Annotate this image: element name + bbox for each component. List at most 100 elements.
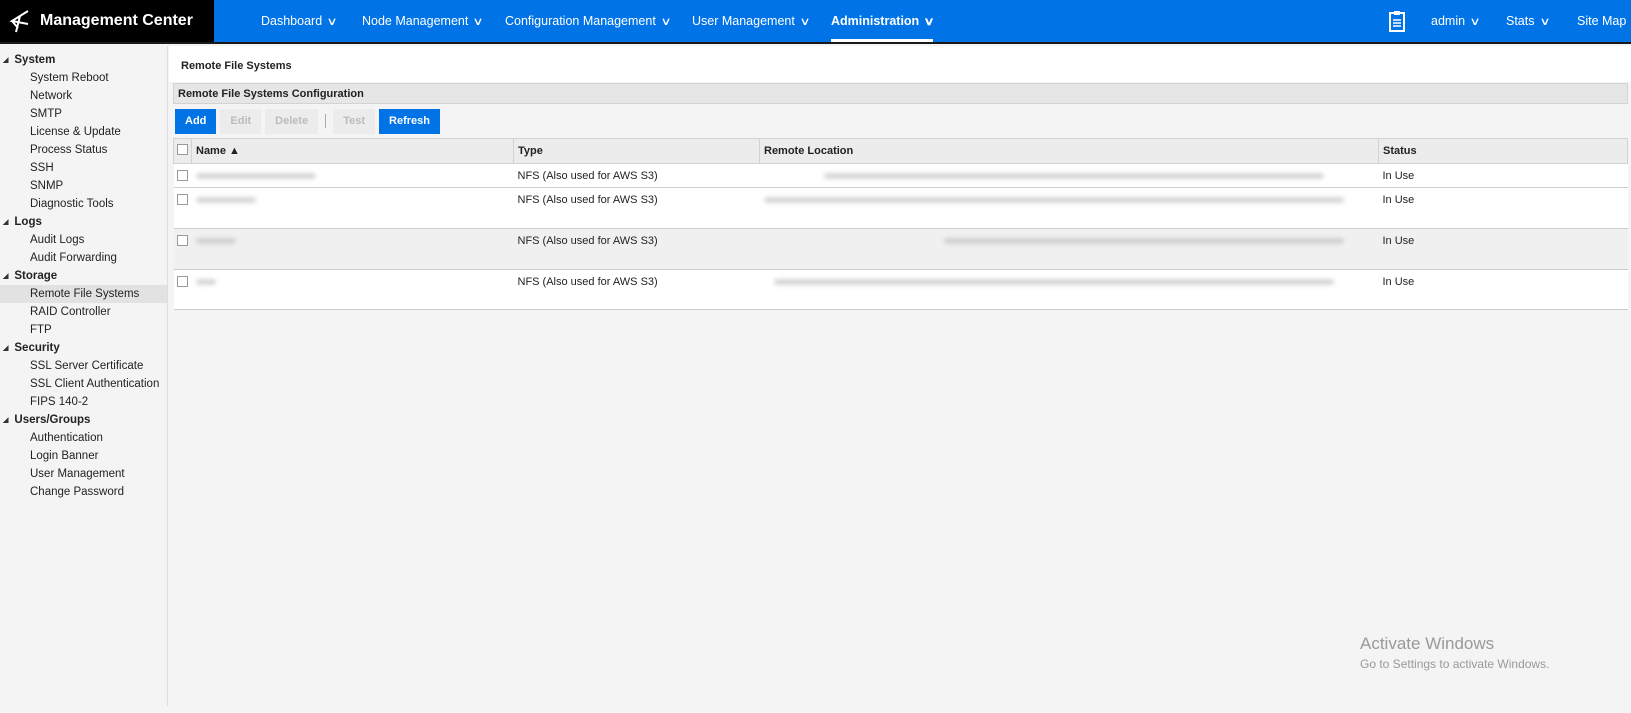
logo-icon — [9, 10, 29, 33]
user-menu[interactable]: admin ∨ — [1431, 0, 1481, 42]
sidebar-item-user-management[interactable]: User Management — [0, 465, 167, 483]
sidebar-item-authentication[interactable]: Authentication — [0, 429, 167, 447]
sidebar-item-license-update[interactable]: License & Update — [0, 123, 167, 141]
sidebar-item-remote-file-systems[interactable]: Remote File Systems — [0, 285, 167, 303]
nav-label: User Management — [692, 14, 795, 28]
column-type[interactable]: Type — [513, 138, 760, 164]
sidebar-item-audit-forwarding[interactable]: Audit Forwarding — [0, 249, 167, 267]
user-label: admin — [1431, 14, 1466, 28]
group-label: Logs — [14, 216, 42, 228]
nav-configuration-management[interactable]: Configuration Management ∨ — [505, 0, 671, 42]
nav-user-management[interactable]: User Management ∨ — [692, 0, 811, 42]
sidebar-item-ssl-server-certificate[interactable]: SSL Server Certificate — [0, 357, 167, 375]
sidebar-item-login-banner[interactable]: Login Banner — [0, 447, 167, 465]
sidebar-item-system-reboot[interactable]: System Reboot — [0, 69, 167, 87]
row-checkbox[interactable] — [176, 235, 188, 246]
row-checkbox[interactable] — [176, 194, 188, 205]
main-content: Remote File Systems Remote File Systems … — [169, 46, 1631, 706]
row-checkbox[interactable] — [176, 276, 188, 287]
sidebar-item-ssh[interactable]: SSH — [0, 159, 167, 177]
expand-triangle-icon: ◢ — [3, 273, 9, 280]
type-cell: NFS (Also used for AWS S3) — [513, 228, 760, 270]
stats-menu[interactable]: Stats ∨ — [1506, 0, 1550, 42]
config-panel: Remote File Systems Configuration Add Ed… — [173, 83, 1628, 713]
sidebar-group-storage[interactable]: ◢ Storage — [3, 270, 57, 282]
nav-administration[interactable]: Administration ∨ — [831, 0, 935, 42]
test-button[interactable]: Test — [333, 108, 376, 134]
chevron-down-icon: ∨ — [326, 15, 338, 28]
table-header-row: Name ▲ Type Remote Location Status — [173, 138, 1628, 164]
sidebar-item-diagnostic-tools[interactable]: Diagnostic Tools — [0, 195, 167, 213]
chevron-down-icon: ∨ — [1469, 15, 1481, 28]
brand[interactable]: Management Center — [0, 0, 214, 42]
watermark-subtitle: Go to Settings to activate Windows. — [1360, 657, 1550, 671]
refresh-button[interactable]: Refresh — [379, 108, 440, 134]
stats-label: Stats — [1506, 14, 1535, 28]
toolbar: Add Edit Delete Test Refresh — [173, 104, 1628, 138]
redacted-name — [195, 279, 216, 285]
redacted-name — [195, 173, 316, 179]
redacted-name — [195, 238, 236, 244]
expand-triangle-icon: ◢ — [3, 345, 9, 352]
sidebar-item-network[interactable]: Network — [0, 87, 167, 105]
row-checkbox[interactable] — [176, 170, 188, 181]
redacted-location — [823, 173, 1324, 179]
sidebar-item-smtp[interactable]: SMTP — [0, 105, 167, 123]
watermark-title: Activate Windows — [1360, 634, 1495, 653]
delete-button[interactable]: Delete — [265, 108, 319, 134]
status-cell: In Use — [1378, 187, 1628, 229]
page-title: Remote File Systems — [169, 46, 1631, 82]
sidebar-group-system[interactable]: ◢ System — [3, 54, 55, 66]
table-row[interactable]: NFS (Also used for AWS S3) In Use — [173, 187, 1628, 229]
nav-node-management[interactable]: Node Management ∨ — [362, 0, 485, 42]
sidebar-item-ssl-client-authentication[interactable]: SSL Client Authentication — [0, 375, 167, 393]
group-label: Users/Groups — [14, 414, 91, 426]
row-select-cell — [173, 187, 192, 229]
expand-triangle-icon: ◢ — [3, 417, 9, 424]
sidebar-item-process-status[interactable]: Process Status — [0, 141, 167, 159]
group-label: System — [14, 54, 56, 66]
table-row[interactable]: NFS (Also used for AWS S3) In Use — [173, 228, 1628, 270]
sidebar-item-change-password[interactable]: Change Password — [0, 483, 167, 501]
sidebar-item-fips-140-2[interactable]: FIPS 140-2 — [0, 393, 167, 411]
sidebar-group-security[interactable]: ◢ Security — [3, 342, 60, 354]
row-select-cell — [173, 228, 192, 270]
sidebar-group-users-groups[interactable]: ◢ Users/Groups — [3, 414, 90, 426]
status-cell: In Use — [1378, 228, 1628, 270]
remote-location-cell — [759, 163, 1379, 188]
type-cell: NFS (Also used for AWS S3) — [513, 163, 760, 188]
sidebar-item-audit-logs[interactable]: Audit Logs — [0, 231, 167, 249]
table-row[interactable]: NFS (Also used for AWS S3) In Use — [173, 269, 1628, 310]
sidebar-item-raid-controller[interactable]: RAID Controller — [0, 303, 167, 321]
panel-title: Remote File Systems Configuration — [173, 83, 1628, 104]
status-cell: In Use — [1378, 269, 1628, 310]
remote-fs-table: Name ▲ Type Remote Location Status NFS (… — [173, 138, 1628, 310]
remote-location-cell — [759, 228, 1379, 270]
nav-label: Node Management — [362, 14, 469, 28]
nav-label: Administration — [831, 14, 920, 28]
clipboard-button[interactable] — [1388, 0, 1406, 42]
chevron-down-icon: ∨ — [472, 15, 485, 28]
brand-title: Management Center — [40, 12, 193, 29]
select-all-checkbox[interactable] — [177, 144, 188, 155]
sidebar-item-ftp[interactable]: FTP — [0, 321, 167, 339]
table-row[interactable]: NFS (Also used for AWS S3) In Use — [173, 163, 1628, 188]
redacted-location — [763, 197, 1344, 203]
sidebar-group-logs[interactable]: ◢ Logs — [3, 216, 42, 228]
toolbar-divider — [325, 114, 327, 128]
site-map-label: Site Map — [1577, 14, 1627, 28]
name-cell — [191, 269, 514, 310]
redacted-name — [195, 197, 256, 203]
sidebar-item-snmp[interactable]: SNMP — [0, 177, 167, 195]
status-cell: In Use — [1378, 163, 1628, 188]
column-name[interactable]: Name ▲ — [191, 138, 514, 164]
edit-button[interactable]: Edit — [220, 108, 262, 134]
add-button[interactable]: Add — [175, 108, 217, 134]
site-map-link[interactable]: Site Map — [1577, 0, 1626, 42]
nav-dashboard[interactable]: Dashboard ∨ — [261, 0, 338, 42]
redacted-location — [773, 279, 1334, 285]
column-status[interactable]: Status — [1378, 138, 1628, 164]
group-label: Security — [14, 342, 60, 354]
activate-windows-watermark: Activate Windows Go to Settings to activ… — [1360, 634, 1549, 671]
column-remote-location[interactable]: Remote Location — [759, 138, 1379, 164]
